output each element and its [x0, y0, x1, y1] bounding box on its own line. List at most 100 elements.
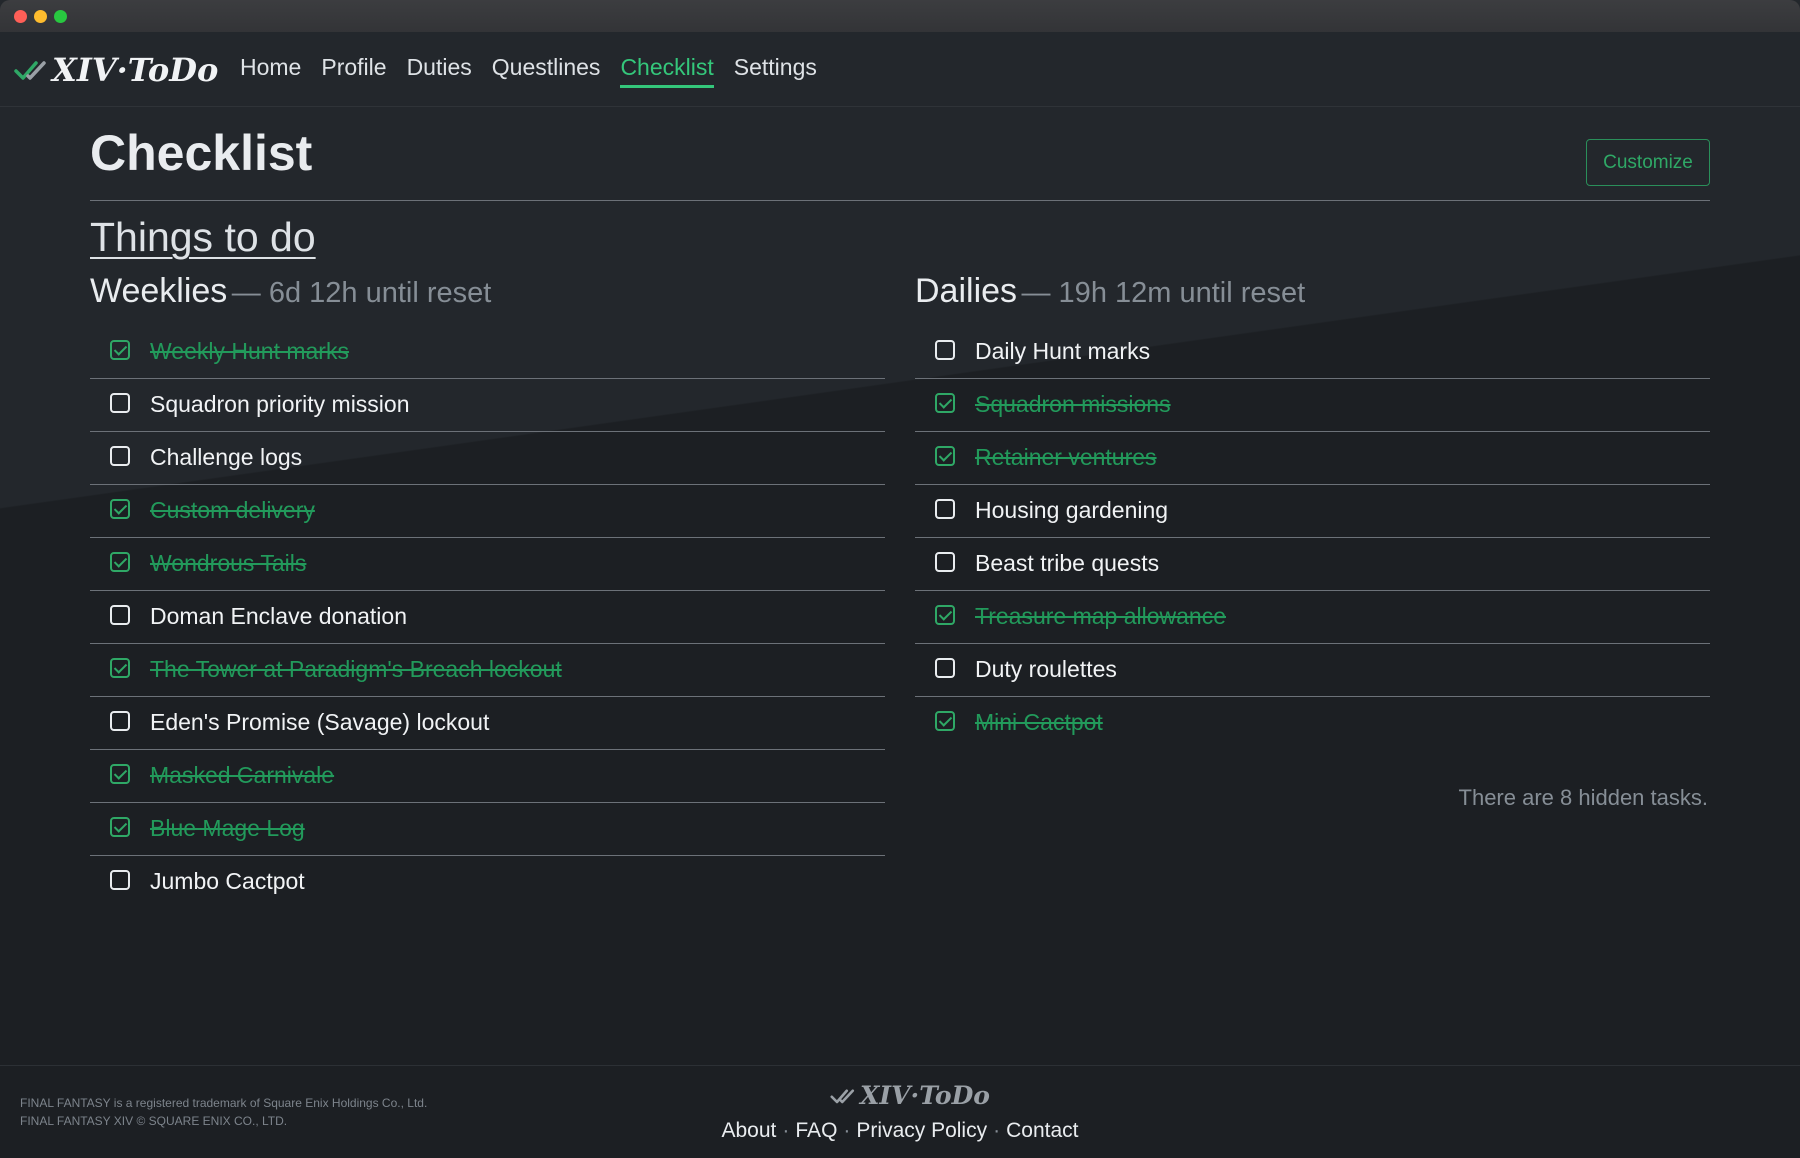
footer-links: About · FAQ · Privacy Policy · Contact — [0, 1119, 1800, 1143]
task-label: Treasure map allowance — [975, 603, 1226, 629]
checkbox-unchecked[interactable] — [110, 870, 130, 890]
task-label: Housing gardening — [975, 497, 1169, 523]
task-row[interactable]: Doman Enclave donation — [90, 591, 885, 644]
section-heading: Things to do — [90, 214, 316, 260]
task-label: Daily Hunt marks — [975, 338, 1151, 364]
task-label: Eden's Promise (Savage) lockout — [150, 709, 490, 735]
page-title: Checklist — [90, 125, 313, 181]
brand-logo[interactable]: XIV·ToDo — [14, 50, 218, 90]
footer-separator: · — [993, 1119, 1001, 1142]
footer-link-privacy[interactable]: Privacy Policy — [856, 1119, 987, 1142]
task-row[interactable]: Wondrous Tails — [90, 538, 885, 591]
task-label: Squadron priority mission — [150, 391, 410, 417]
checkbox-checked[interactable] — [935, 711, 955, 731]
weeklies-reset-timer: — 6d 12h until reset — [231, 277, 492, 309]
task-row[interactable]: The Tower at Paradigm's Breach lockout — [90, 644, 885, 697]
task-label: Challenge logs — [150, 444, 303, 470]
checkbox-unchecked[interactable] — [110, 446, 130, 466]
task-label: Jumbo Cactpot — [150, 868, 305, 894]
weeklies-title: Weeklies — [90, 272, 228, 310]
footer-link-about[interactable]: About — [722, 1119, 777, 1142]
task-row[interactable]: Mini Cactpot — [915, 697, 1710, 749]
navbar: XIV·ToDo Home Profile Duties Questlines … — [0, 32, 1800, 107]
task-row[interactable]: Blue Mage Log — [90, 803, 885, 856]
dailies-reset-timer: — 19h 12m until reset — [1021, 277, 1306, 309]
dailies-title: Dailies — [915, 272, 1018, 310]
task-row[interactable]: Weekly Hunt marks — [90, 326, 885, 379]
dailies-task-list: Daily Hunt marks Squadron missions Retaine… — [915, 326, 1710, 749]
legal-line-1: FINAL FANTASY is a registered trademark … — [20, 1096, 428, 1110]
task-label: Doman Enclave donation — [150, 603, 407, 629]
footer-link-faq[interactable]: FAQ — [795, 1119, 837, 1142]
task-label: Retainer ventures — [975, 444, 1157, 470]
footer-link-contact[interactable]: Contact — [1006, 1119, 1078, 1142]
dailies-column: Dailies — 19h 12m until reset Daily Hunt… — [915, 272, 1710, 749]
footer: FINAL FANTASY is a registered trademark … — [0, 1065, 1800, 1158]
hidden-tasks-note: There are 8 hidden tasks. — [1458, 785, 1708, 810]
nav-profile[interactable]: Profile — [321, 54, 386, 88]
task-row[interactable]: Beast tribe quests — [915, 538, 1710, 591]
task-label: Mini Cactpot — [975, 709, 1103, 735]
task-row[interactable]: Squadron missions — [915, 379, 1710, 432]
weeklies-task-list: Weekly Hunt marks Squadron priority missi… — [90, 326, 885, 908]
maximize-window-button[interactable] — [54, 10, 67, 23]
task-row[interactable]: Housing gardening — [915, 485, 1710, 538]
checkbox-unchecked[interactable] — [935, 658, 955, 678]
checkbox-unchecked[interactable] — [935, 499, 955, 519]
window-titlebar — [0, 0, 1800, 32]
task-label: Masked Carnivale — [150, 762, 335, 788]
checkbox-unchecked[interactable] — [935, 340, 955, 360]
footer-brand-name: XIV·ToDo — [860, 1081, 990, 1110]
nav-checklist[interactable]: Checklist — [620, 54, 714, 88]
title-divider — [90, 200, 1710, 201]
task-label: Weekly Hunt marks — [150, 338, 349, 364]
checkbox-checked[interactable] — [935, 393, 955, 413]
task-row[interactable]: Challenge logs — [90, 432, 885, 485]
task-row[interactable]: Retainer ventures — [915, 432, 1710, 485]
nav-settings[interactable]: Settings — [734, 54, 817, 88]
checkbox-unchecked[interactable] — [110, 711, 130, 731]
checkbox-unchecked[interactable] — [110, 393, 130, 413]
checkbox-checked[interactable] — [935, 446, 955, 466]
nav-home[interactable]: Home — [240, 54, 301, 88]
task-row[interactable]: Duty roulettes — [915, 644, 1710, 697]
close-window-button[interactable] — [14, 10, 27, 23]
task-label: Custom delivery — [150, 497, 315, 523]
checkbox-checked[interactable] — [110, 552, 130, 572]
task-row[interactable]: Treasure map allowance — [915, 591, 1710, 644]
nav-duties[interactable]: Duties — [407, 54, 472, 88]
task-row[interactable]: Daily Hunt marks — [915, 326, 1710, 379]
checkbox-checked[interactable] — [110, 499, 130, 519]
task-row[interactable]: Squadron priority mission — [90, 379, 885, 432]
task-label: Blue Mage Log — [150, 815, 305, 841]
task-row[interactable]: Jumbo Cactpot — [90, 856, 885, 908]
task-row[interactable]: Custom delivery — [90, 485, 885, 538]
dailies-header: Dailies — 19h 12m until reset — [915, 272, 1710, 326]
footer-separator: · — [843, 1119, 851, 1142]
browser-window: XIV·ToDo Home Profile Duties Questlines … — [0, 0, 1800, 1158]
checkbox-checked[interactable] — [110, 764, 130, 784]
footer-separator: · — [782, 1119, 790, 1142]
checkbox-unchecked[interactable] — [935, 552, 955, 572]
task-label: Duty roulettes — [975, 656, 1117, 682]
double-check-icon — [830, 1088, 855, 1103]
task-row[interactable]: Eden's Promise (Savage) lockout — [90, 697, 885, 750]
task-label: Beast tribe quests — [975, 550, 1160, 576]
customize-button[interactable]: Customize — [1586, 139, 1710, 186]
brand-name: XIV·ToDo — [52, 51, 219, 89]
checkbox-unchecked[interactable] — [110, 605, 130, 625]
weeklies-column: Weeklies — 6d 12h until reset Weekly Hun… — [90, 272, 885, 908]
checkbox-checked[interactable] — [110, 658, 130, 678]
minimize-window-button[interactable] — [34, 10, 47, 23]
nav-questlines[interactable]: Questlines — [492, 54, 601, 88]
checkbox-checked[interactable] — [110, 340, 130, 360]
checkbox-checked[interactable] — [110, 817, 130, 837]
task-label: Wondrous Tails — [150, 550, 307, 576]
footer-logo[interactable]: XIV·ToDo — [830, 1081, 990, 1110]
weeklies-header: Weeklies — 6d 12h until reset — [90, 272, 885, 326]
task-label: The Tower at Paradigm's Breach lockout — [150, 656, 562, 682]
task-label: Squadron missions — [975, 391, 1171, 417]
checkbox-checked[interactable] — [935, 605, 955, 625]
double-check-icon — [14, 61, 46, 80]
task-row[interactable]: Masked Carnivale — [90, 750, 885, 803]
